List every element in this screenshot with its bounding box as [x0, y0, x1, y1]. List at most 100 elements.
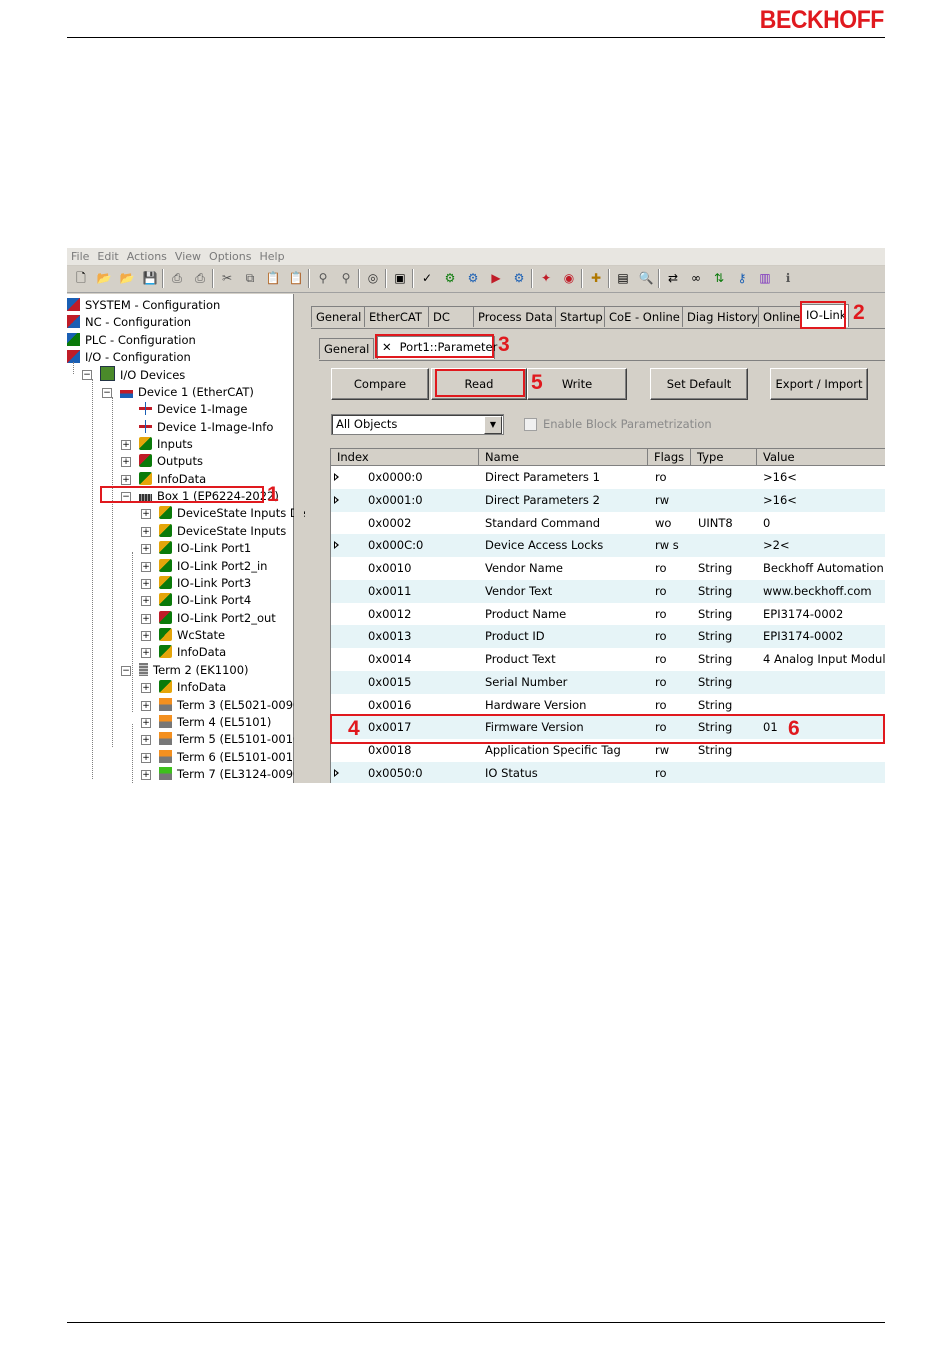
expand-icon[interactable]: +: [141, 752, 151, 763]
tree-item[interactable]: Term 7 (EL3124-0090): [159, 766, 305, 783]
toggle-icon[interactable]: ⇄: [665, 270, 681, 286]
tree-item[interactable]: Device 1 (EtherCAT): [120, 384, 254, 401]
tab-online[interactable]: Online: [758, 306, 802, 327]
target-icon[interactable]: ◎: [365, 270, 381, 286]
column-header-name[interactable]: Name: [479, 449, 648, 466]
paste-special-icon[interactable]: 📋: [288, 270, 304, 286]
table-row[interactable]: 0x0002 Standard Command wo UINT8 0: [331, 512, 885, 535]
splitter[interactable]: [294, 294, 304, 783]
expand-arrow-icon[interactable]: [334, 473, 339, 481]
set-default-button[interactable]: Set Default: [650, 368, 748, 400]
expand-icon[interactable]: +: [141, 526, 151, 537]
expand-icon[interactable]: +: [141, 717, 151, 728]
config-icon[interactable]: ⚙: [511, 270, 527, 286]
expand-icon[interactable]: +: [141, 631, 151, 642]
print-preview-icon[interactable]: ⎙: [192, 270, 208, 286]
expand-icon[interactable]: +: [121, 439, 131, 450]
expand-arrow-icon[interactable]: [334, 541, 339, 550]
io-icon[interactable]: ⇅: [711, 270, 727, 286]
object-filter-select[interactable]: All Objects ▼: [331, 414, 504, 435]
open-folder-icon[interactable]: 📂: [96, 270, 112, 286]
print-icon[interactable]: ⎙: [169, 270, 185, 286]
expand-icon[interactable]: +: [141, 683, 151, 694]
tab-general[interactable]: General: [311, 306, 365, 327]
expand-icon[interactable]: +: [141, 578, 151, 589]
tree-item[interactable]: IO-Link Port3: [159, 575, 251, 592]
tree-item[interactable]: InfoData: [159, 679, 226, 696]
table-row[interactable]: 0x0050:0 IO Status ro: [331, 761, 885, 783]
book-icon[interactable]: ▥: [757, 270, 773, 286]
run-icon[interactable]: ▶: [488, 270, 504, 286]
expand-arrow-icon[interactable]: [334, 768, 339, 777]
tree-item[interactable]: Term 6 (EL5101-0011): [159, 749, 305, 766]
expand-icon[interactable]: +: [141, 648, 151, 659]
tree-item[interactable]: Term 5 (EL5101-0010): [159, 731, 305, 748]
table-row[interactable]: 0x000C:0 Device Access Locks rw s >2<: [331, 534, 885, 558]
compare-button[interactable]: Compare: [331, 368, 429, 400]
tree-item[interactable]: InfoData: [159, 644, 226, 661]
collapse-icon[interactable]: −: [121, 665, 131, 676]
tree-item[interactable]: Term 2 (EK1100): [139, 662, 249, 679]
menu-item-edit[interactable]: Edit: [93, 248, 122, 265]
expand-arrow-icon[interactable]: [334, 495, 339, 504]
export-import-button[interactable]: Export / Import: [770, 368, 868, 400]
expand-icon[interactable]: +: [141, 700, 151, 711]
expand-icon[interactable]: +: [121, 474, 131, 485]
tab-ethercat[interactable]: EtherCAT: [364, 306, 429, 327]
tree-item[interactable]: IO-Link Port2_out: [159, 610, 276, 627]
tree-item[interactable]: Term 3 (EL5021-0090): [159, 697, 305, 714]
stop-icon[interactable]: ◉: [561, 270, 577, 286]
tree-item[interactable]: DeviceState Inputs Dev: [159, 505, 313, 522]
table-row[interactable]: 0x0015 Serial Number ro String: [331, 670, 885, 694]
column-header-index[interactable]: Index: [331, 449, 479, 466]
tab-diag-history[interactable]: Diag History: [682, 306, 759, 327]
column-header-value[interactable]: Value: [757, 449, 885, 466]
build-icon[interactable]: ⚙: [442, 270, 458, 286]
menu-item-options[interactable]: Options: [205, 248, 255, 265]
tab-dc[interactable]: DC: [428, 306, 474, 327]
find-next-icon[interactable]: ⚲: [338, 270, 354, 286]
expand-icon[interactable]: +: [141, 735, 151, 746]
expand-icon[interactable]: +: [141, 544, 151, 555]
expand-icon[interactable]: +: [141, 613, 151, 624]
key-icon[interactable]: ⚷: [734, 270, 750, 286]
scan-icon[interactable]: ✦: [538, 270, 554, 286]
expand-icon[interactable]: +: [141, 769, 151, 780]
cut-icon[interactable]: ✂: [219, 270, 235, 286]
open-project-icon[interactable]: 📂: [119, 270, 135, 286]
tree-item[interactable]: IO-Link Port2_in: [159, 558, 267, 575]
tree-item[interactable]: I/O - Configuration: [67, 349, 191, 366]
tree-item[interactable]: SYSTEM - Configuration: [67, 297, 220, 314]
tab-coe-online[interactable]: CoE - Online: [604, 306, 683, 327]
expand-icon[interactable]: +: [141, 561, 151, 572]
tree-item[interactable]: Outputs: [139, 453, 203, 470]
enable-block-checkbox[interactable]: [524, 418, 537, 431]
activate-icon[interactable]: ⚙: [465, 270, 481, 286]
find-icon[interactable]: ⚲: [315, 270, 331, 286]
tree-item[interactable]: Device 1-Image-Info: [139, 419, 273, 436]
paste-icon[interactable]: 📋: [265, 270, 281, 286]
tree-item[interactable]: IO-Link Port1: [159, 540, 251, 557]
tab-startup[interactable]: Startup: [555, 306, 605, 327]
subtab-general[interactable]: General: [319, 338, 375, 359]
table-row[interactable]: 0x0011 Vendor Text ro String www.beckhoff.co…: [331, 579, 885, 603]
glasses-icon[interactable]: ∞: [688, 270, 704, 286]
network-icon[interactable]: ▣: [392, 270, 408, 286]
tree-item[interactable]: DeviceState Inputs: [159, 523, 286, 540]
table-row[interactable]: 0x0014 Product Text ro String 4 Analog Input…: [331, 648, 885, 671]
view-icon[interactable]: ▤: [615, 270, 631, 286]
table-row[interactable]: 0x0012 Product Name ro String EPI3174-0002: [331, 603, 885, 626]
add-icon[interactable]: ✚: [588, 270, 604, 286]
tree-item[interactable]: Term 4 (EL5101): [159, 714, 271, 731]
zoom-icon[interactable]: 🔍: [638, 270, 654, 286]
expand-icon[interactable]: +: [141, 596, 151, 607]
column-header-type[interactable]: Type: [691, 449, 757, 466]
check-icon[interactable]: ✓: [419, 270, 435, 286]
tree-item[interactable]: NC - Configuration: [67, 314, 191, 331]
tree-item[interactable]: Device 1-Image: [139, 401, 247, 418]
table-row[interactable]: 0x0000:0 Direct Parameters 1 ro >16<: [331, 466, 885, 489]
copy-icon[interactable]: ⧉: [242, 270, 258, 286]
menu-item-actions[interactable]: Actions: [123, 248, 171, 265]
save-icon[interactable]: 💾: [142, 270, 158, 286]
chevron-down-icon[interactable]: ▼: [484, 416, 502, 434]
